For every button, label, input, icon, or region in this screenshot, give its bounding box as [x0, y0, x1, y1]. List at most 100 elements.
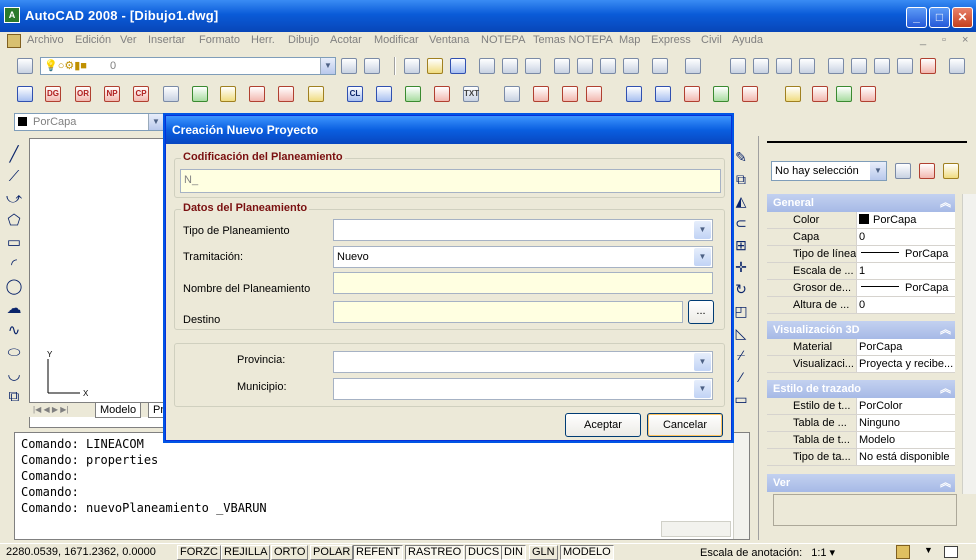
menu-ventana[interactable]: Ventana	[429, 34, 469, 46]
redo-icon[interactable]	[685, 58, 701, 74]
match-properties-icon[interactable]	[623, 58, 639, 74]
break-icon[interactable]: ▭	[732, 390, 750, 408]
prop-row-tabla1[interactable]: Tabla de ... Ninguno	[767, 415, 955, 432]
menu-edicion[interactable]: Edición	[75, 34, 111, 46]
prop-row-color[interactable]: Color PorCapa	[767, 212, 955, 229]
erase-icon[interactable]: ✎	[732, 148, 750, 166]
extend-icon[interactable]: ⁄	[732, 368, 750, 386]
plot-icon[interactable]	[479, 58, 495, 74]
prop-row-grosor[interactable]: Grosor de... PorCapa	[767, 280, 955, 297]
status-rastreo[interactable]: RASTREO	[405, 545, 465, 560]
section-general[interactable]: General ︽	[767, 194, 955, 212]
collapse-icon[interactable]: ︽	[940, 474, 951, 492]
zoom-realtime-icon[interactable]	[753, 58, 769, 74]
status-refent[interactable]: REFENT	[353, 545, 403, 560]
cancelar-button[interactable]: Cancelar	[647, 413, 723, 437]
trim-icon[interactable]: ⌿	[732, 346, 750, 364]
circle-icon[interactable]: ◯	[5, 278, 23, 296]
undo-icon[interactable]	[652, 58, 668, 74]
help-icon[interactable]	[949, 58, 965, 74]
tramitacion-select[interactable]: Nuevo ▼	[333, 246, 713, 268]
prop-row-tabla2[interactable]: Tabla de t... Modelo	[767, 432, 955, 449]
menu-ver[interactable]: Ver	[120, 34, 137, 46]
arrows-updown-icon[interactable]	[249, 86, 265, 102]
nombre-field[interactable]	[333, 272, 713, 294]
doc-close-button[interactable]: ×	[962, 34, 968, 46]
collapse-icon[interactable]: ︽	[940, 380, 951, 398]
prop-row-material[interactable]: Material PorCapa	[767, 339, 955, 356]
prop-row-visualizacion[interactable]: Visualizaci... Proyecta y recibe...	[767, 356, 955, 373]
add-column-icon[interactable]	[713, 86, 729, 102]
minimize-button[interactable]: _	[906, 7, 927, 28]
open-file-icon[interactable]	[427, 58, 443, 74]
new-file-icon[interactable]	[404, 58, 420, 74]
book-icon[interactable]	[308, 86, 324, 102]
minus-red-icon[interactable]	[434, 86, 450, 102]
cd-red-icon[interactable]	[860, 86, 876, 102]
close-button[interactable]: ✕	[952, 7, 973, 28]
revcloud-icon[interactable]: ☁	[5, 300, 23, 318]
stretch-icon[interactable]: ◺	[732, 324, 750, 342]
prop-row-escala[interactable]: Escala de ... 1	[767, 263, 955, 280]
polygon-icon[interactable]: ⬠	[5, 212, 23, 230]
select-objects-icon[interactable]	[919, 163, 935, 179]
section-3d[interactable]: Visualización 3D ︽	[767, 321, 955, 339]
quick-select-icon[interactable]	[943, 163, 959, 179]
table-icon[interactable]	[626, 86, 642, 102]
plus-icon[interactable]	[376, 86, 392, 102]
cl-icon[interactable]: CL	[347, 86, 363, 102]
add-row-icon[interactable]	[684, 86, 700, 102]
selection-dropdown[interactable]: No hay selección ▼	[771, 161, 887, 181]
status-gln[interactable]: GLN	[529, 545, 558, 560]
chevron-down-icon[interactable]: ▼	[148, 114, 163, 130]
menu-civil[interactable]: Civil	[701, 34, 722, 46]
prop-row-tipo-linea[interactable]: Tipo de línea PorCapa	[767, 246, 955, 263]
menu-temas-notepa[interactable]: Temas NOTEPA	[533, 34, 613, 46]
maximize-button[interactable]: □	[929, 7, 950, 28]
copy-icon[interactable]	[577, 58, 593, 74]
doc-restore-button[interactable]: ▫	[942, 34, 946, 46]
drawing-canvas[interactable]: Y X	[29, 138, 169, 428]
or-icon[interactable]: OR	[75, 86, 91, 102]
sheet-set-icon[interactable]	[897, 58, 913, 74]
move-icon[interactable]: ✛	[732, 258, 750, 276]
palette-grip[interactable]	[767, 141, 967, 151]
menu-modificar[interactable]: Modificar	[374, 34, 419, 46]
code-field[interactable]: N_	[180, 169, 721, 193]
section-plotstyle[interactable]: Estilo de trazado ︽	[767, 380, 955, 398]
txt-icon[interactable]: TXT	[463, 86, 479, 102]
prop-row-estilo[interactable]: Estilo de t... PorColor	[767, 398, 955, 415]
mirror-icon[interactable]: ◭	[732, 192, 750, 210]
status-ducs[interactable]: DUCS	[465, 545, 503, 560]
document-icon[interactable]	[17, 86, 33, 102]
menu-insertar[interactable]: Insertar	[148, 34, 185, 46]
rectangle-icon[interactable]: ▭	[5, 234, 23, 252]
layer-previous-icon[interactable]	[341, 58, 357, 74]
chevron-down-icon[interactable]: ▼	[694, 353, 711, 371]
document-icon[interactable]	[7, 34, 21, 48]
tool-e-icon[interactable]	[785, 86, 801, 102]
properties-icon[interactable]	[828, 58, 844, 74]
section-ver[interactable]: Ver ︽	[767, 474, 955, 492]
table-grid-icon[interactable]	[655, 86, 671, 102]
plot-preview-icon[interactable]	[502, 58, 518, 74]
pencil-icon[interactable]	[163, 86, 179, 102]
collapse-icon[interactable]: ︽	[940, 321, 951, 339]
menu-map[interactable]: Map	[619, 34, 640, 46]
menu-dibujo[interactable]: Dibujo	[288, 34, 319, 46]
tab-modelo[interactable]: Modelo	[95, 403, 142, 418]
status-rejilla[interactable]: REJILLA	[221, 545, 271, 560]
layer-combo[interactable]: 💡○⚙▮■ 0 ▼	[40, 57, 336, 75]
ellipse-icon[interactable]: ⬭	[5, 344, 23, 362]
command-scrollbar[interactable]	[733, 433, 749, 539]
cd-icon[interactable]	[836, 86, 852, 102]
autocad-app-icon[interactable]: A	[4, 7, 20, 23]
offset-icon[interactable]: ⊂	[732, 214, 750, 232]
remove-row-icon[interactable]	[742, 86, 758, 102]
chevron-down-icon[interactable]: ▼	[694, 221, 711, 239]
cp-icon[interactable]: CP	[133, 86, 149, 102]
destino-field[interactable]	[333, 301, 683, 323]
status-forzc[interactable]: FORZC	[177, 545, 221, 560]
command-window[interactable]: Comando: LINEACOM Comando: properties Co…	[14, 432, 750, 540]
rotate-icon[interactable]: ↻	[732, 280, 750, 298]
